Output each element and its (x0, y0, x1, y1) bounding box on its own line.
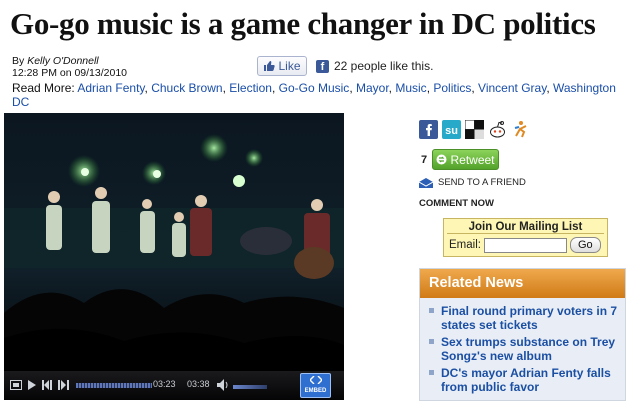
fast-forward-icon[interactable] (58, 380, 69, 390)
facebook-icon[interactable] (419, 120, 438, 139)
tag-link[interactable]: Adrian Fenty (77, 81, 144, 95)
email-field[interactable] (483, 237, 567, 253)
related-news-link[interactable]: Sex trumps substance on Trey Songz's new… (441, 335, 615, 363)
stumbleupon-icon[interactable]: su (442, 120, 461, 139)
retweet-icon (436, 154, 447, 165)
read-more-label: Read More: (12, 81, 75, 95)
byline: By Kelly O'Donnell 12:28 PM on 09/13/201… (12, 55, 127, 79)
social-share-icons: su (419, 120, 530, 139)
tag-link[interactable]: Vincent Gray (478, 81, 546, 95)
video-current-time: 03:23 (153, 379, 176, 389)
bullet-icon (429, 370, 434, 375)
article-headline: Go-go music is a game changer in DC poli… (10, 6, 596, 41)
author-link[interactable]: Kelly O'Donnell (27, 55, 98, 67)
video-total-time: 03:38 (187, 379, 210, 389)
video-frame (4, 113, 344, 371)
rewind-icon[interactable] (42, 380, 53, 390)
related-news-item[interactable]: DC's mayor Adrian Fenty falls from publi… (429, 366, 619, 394)
like-label: Like (278, 59, 301, 73)
tag-link[interactable]: Music (395, 81, 426, 95)
video-controls: 03:23 03:38 EMBED (4, 371, 344, 400)
play-icon[interactable] (28, 380, 36, 390)
related-news-box: Related News Final round primary voters … (419, 268, 626, 401)
tag-link[interactable]: Go-Go Music (279, 81, 350, 95)
send-to-friend-label: SEND TO A FRIEND (438, 177, 526, 188)
tweet-count: 7 (421, 154, 428, 166)
bullet-icon (429, 339, 434, 344)
related-news-item[interactable]: Sex trumps substance on Trey Songz's new… (429, 335, 619, 363)
thumbs-up-icon (264, 61, 276, 71)
comment-now-link[interactable]: COMMENT NOW (419, 198, 494, 209)
go-button[interactable]: Go (569, 237, 601, 253)
facebook-icon: f (316, 60, 329, 73)
video-player[interactable]: 03:23 03:38 EMBED (4, 113, 344, 400)
embed-label: EMBED (304, 388, 327, 394)
tag-link[interactable]: Chuck Brown (151, 81, 222, 95)
digg-icon[interactable] (511, 120, 530, 139)
tag-link[interactable]: Politics (433, 81, 471, 95)
bullet-icon (429, 308, 434, 313)
mailing-list-box: Join Our Mailing List Email: Go (443, 218, 608, 257)
code-icon (308, 375, 323, 385)
related-news-title: Related News (420, 269, 625, 298)
send-to-friend-link[interactable]: SEND TO A FRIEND (419, 177, 526, 188)
read-more-tags: Read More: Adrian Fenty, Chuck Brown, El… (12, 81, 616, 109)
mailing-list-title: Join Our Mailing List (447, 219, 604, 234)
mailing-list-row: Email: Go (444, 234, 607, 253)
tag-link[interactable]: Mayor (356, 81, 389, 95)
embed-button[interactable]: EMBED (300, 373, 331, 398)
fullscreen-icon[interactable] (10, 380, 22, 390)
volume-slider[interactable] (233, 385, 267, 389)
byline-prefix: By (12, 55, 25, 67)
tag-link[interactable]: Election (229, 81, 272, 95)
like-count: 22 people like this. (334, 59, 434, 73)
facebook-like-button[interactable]: Like (257, 56, 307, 76)
related-news-list: Final round primary voters in 7 states s… (420, 298, 625, 394)
related-news-link[interactable]: Final round primary voters in 7 states s… (441, 304, 617, 332)
related-news-item[interactable]: Final round primary voters in 7 states s… (429, 304, 619, 332)
envelope-icon (419, 177, 433, 188)
video-progress-bar[interactable] (76, 383, 152, 388)
svg-text:su: su (445, 125, 458, 137)
related-news-link[interactable]: DC's mayor Adrian Fenty falls from publi… (441, 366, 611, 394)
delicious-icon[interactable] (465, 120, 484, 139)
retweet-button[interactable]: Retweet (432, 149, 499, 170)
retweet-label: Retweet (450, 152, 495, 167)
speaker-icon[interactable] (217, 379, 230, 391)
reddit-icon[interactable] (488, 120, 507, 139)
email-label: Email: (449, 239, 481, 251)
publish-datetime: 12:28 PM on 09/13/2010 (12, 67, 128, 79)
